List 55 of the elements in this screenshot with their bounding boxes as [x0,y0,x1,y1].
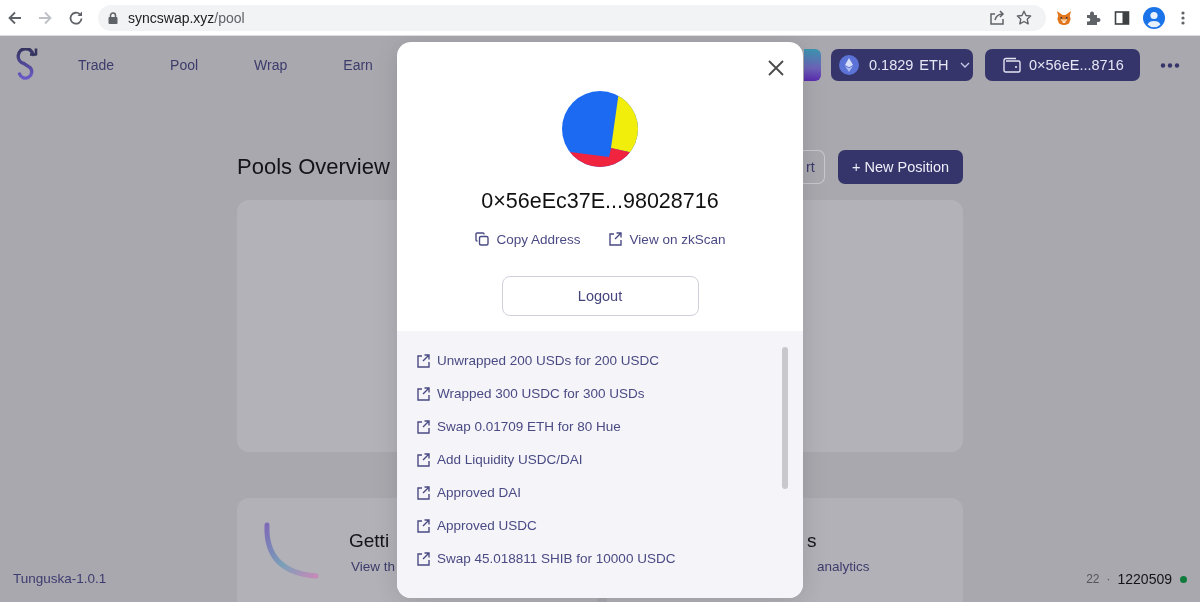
page-title: Pools Overview [237,154,390,180]
transaction-link[interactable]: Wrapped 300 USDC for 300 USDs [416,377,803,410]
transaction-link[interactable]: Approved DAI [416,476,803,509]
gas-count: 22 [1086,572,1100,586]
transaction-link[interactable]: Swap 45.018811 SHIB for 10000 USDC [416,542,803,575]
external-link-icon [416,551,430,566]
nav-link[interactable]: Trade [78,57,115,73]
nav-link[interactable]: Wrap [254,57,288,73]
address-bar[interactable]: syncswap.xyz/pool [98,4,1046,31]
back-icon[interactable] [7,9,23,26]
version-label: Tunguska-1.0.1 [13,571,107,587]
card-title: Getti [349,529,390,553]
transaction-link[interactable]: Swap 0.01709 ETH for 80 Hue [416,410,803,443]
external-link-icon [416,485,430,500]
transaction-link[interactable]: Approved USDC [416,509,803,542]
nav-link[interactable]: Earn [343,57,373,73]
external-link-icon [416,419,430,434]
external-link-icon [416,452,430,467]
external-link-icon [416,353,430,368]
copy-icon [474,232,489,246]
wallet-icon [1003,57,1021,73]
profile-icon[interactable] [1143,6,1165,29]
nav-link[interactable]: Pool [170,57,199,73]
card-title: s [807,529,817,553]
logout-button[interactable]: Logout [501,276,699,316]
wallet-button[interactable]: 0×56eE...8716 [985,49,1140,81]
new-position-button[interactable]: + New Position [838,150,963,184]
close-icon[interactable] [768,60,784,76]
reload-icon[interactable] [68,9,84,26]
copy-address-link[interactable]: Copy Address [474,229,581,249]
fox-icon[interactable] [1056,9,1072,26]
arc-icon [262,522,320,580]
scrollbar-thumb[interactable] [782,347,788,489]
transaction-link[interactable]: Add Liquidity USDC/DAI [416,443,803,476]
block-number: 1220509 [1117,571,1172,587]
balance-button[interactable]: 0.1829 ETH [831,49,973,81]
lock-icon[interactable] [108,11,118,24]
card-description: analytics [817,558,870,576]
menu-icon[interactable] [1181,9,1185,26]
wallet-address: 0×56eEc37E...98028716 [481,188,719,215]
card-description: View th [351,558,396,576]
ethereum-icon [839,55,859,75]
external-link-icon [416,386,430,401]
separator-dot: · [1106,572,1111,586]
transaction-link[interactable]: Unwrapped 200 USDs for 200 USDC [416,344,803,377]
star-icon[interactable] [1016,9,1032,26]
external-link-icon [607,232,622,246]
sidebar-icon[interactable] [1114,9,1130,26]
external-link-icon [416,518,430,533]
chevron-down-icon [960,62,971,68]
share-icon[interactable] [989,9,1005,26]
explorer-link[interactable]: View on zkScan [607,229,726,249]
puzzle-icon[interactable] [1085,9,1101,26]
more-icon[interactable] [1160,62,1180,68]
gradient-tile-icon [804,49,821,81]
